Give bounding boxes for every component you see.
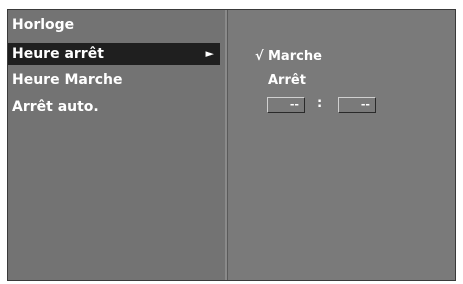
menu-item-heure-marche[interactable]: Heure Marche bbox=[8, 69, 220, 91]
menu-item-label: Heure Marche bbox=[12, 72, 123, 88]
submenu-panel: √ Marche Arrêt -- : -- bbox=[227, 10, 455, 280]
hour-value: -- bbox=[289, 98, 299, 111]
checkmark-icon: √ bbox=[255, 49, 264, 64]
minute-value: -- bbox=[360, 98, 370, 111]
hour-field[interactable]: -- bbox=[267, 97, 305, 113]
tv-osd-menu: Horloge Heure arrêt ► Heure Marche Arrêt… bbox=[7, 9, 456, 281]
main-menu-panel: Horloge Heure arrêt ► Heure Marche Arrêt… bbox=[8, 10, 227, 280]
option-arret[interactable]: Arrêt bbox=[268, 72, 306, 90]
menu-item-label: Arrêt auto. bbox=[12, 99, 99, 115]
option-marche[interactable]: Marche bbox=[268, 48, 322, 66]
menu-item-label: Horloge bbox=[12, 17, 75, 33]
menu-item-label: Heure arrêt bbox=[12, 46, 104, 62]
minute-field[interactable]: -- bbox=[338, 97, 376, 113]
menu-item-horloge[interactable]: Horloge bbox=[8, 14, 220, 36]
time-separator: : bbox=[317, 96, 323, 111]
menu-item-heure-arret[interactable]: Heure arrêt ► bbox=[8, 43, 220, 65]
menu-item-arret-auto[interactable]: Arrêt auto. bbox=[8, 96, 220, 118]
right-triangle-icon: ► bbox=[205, 47, 214, 60]
